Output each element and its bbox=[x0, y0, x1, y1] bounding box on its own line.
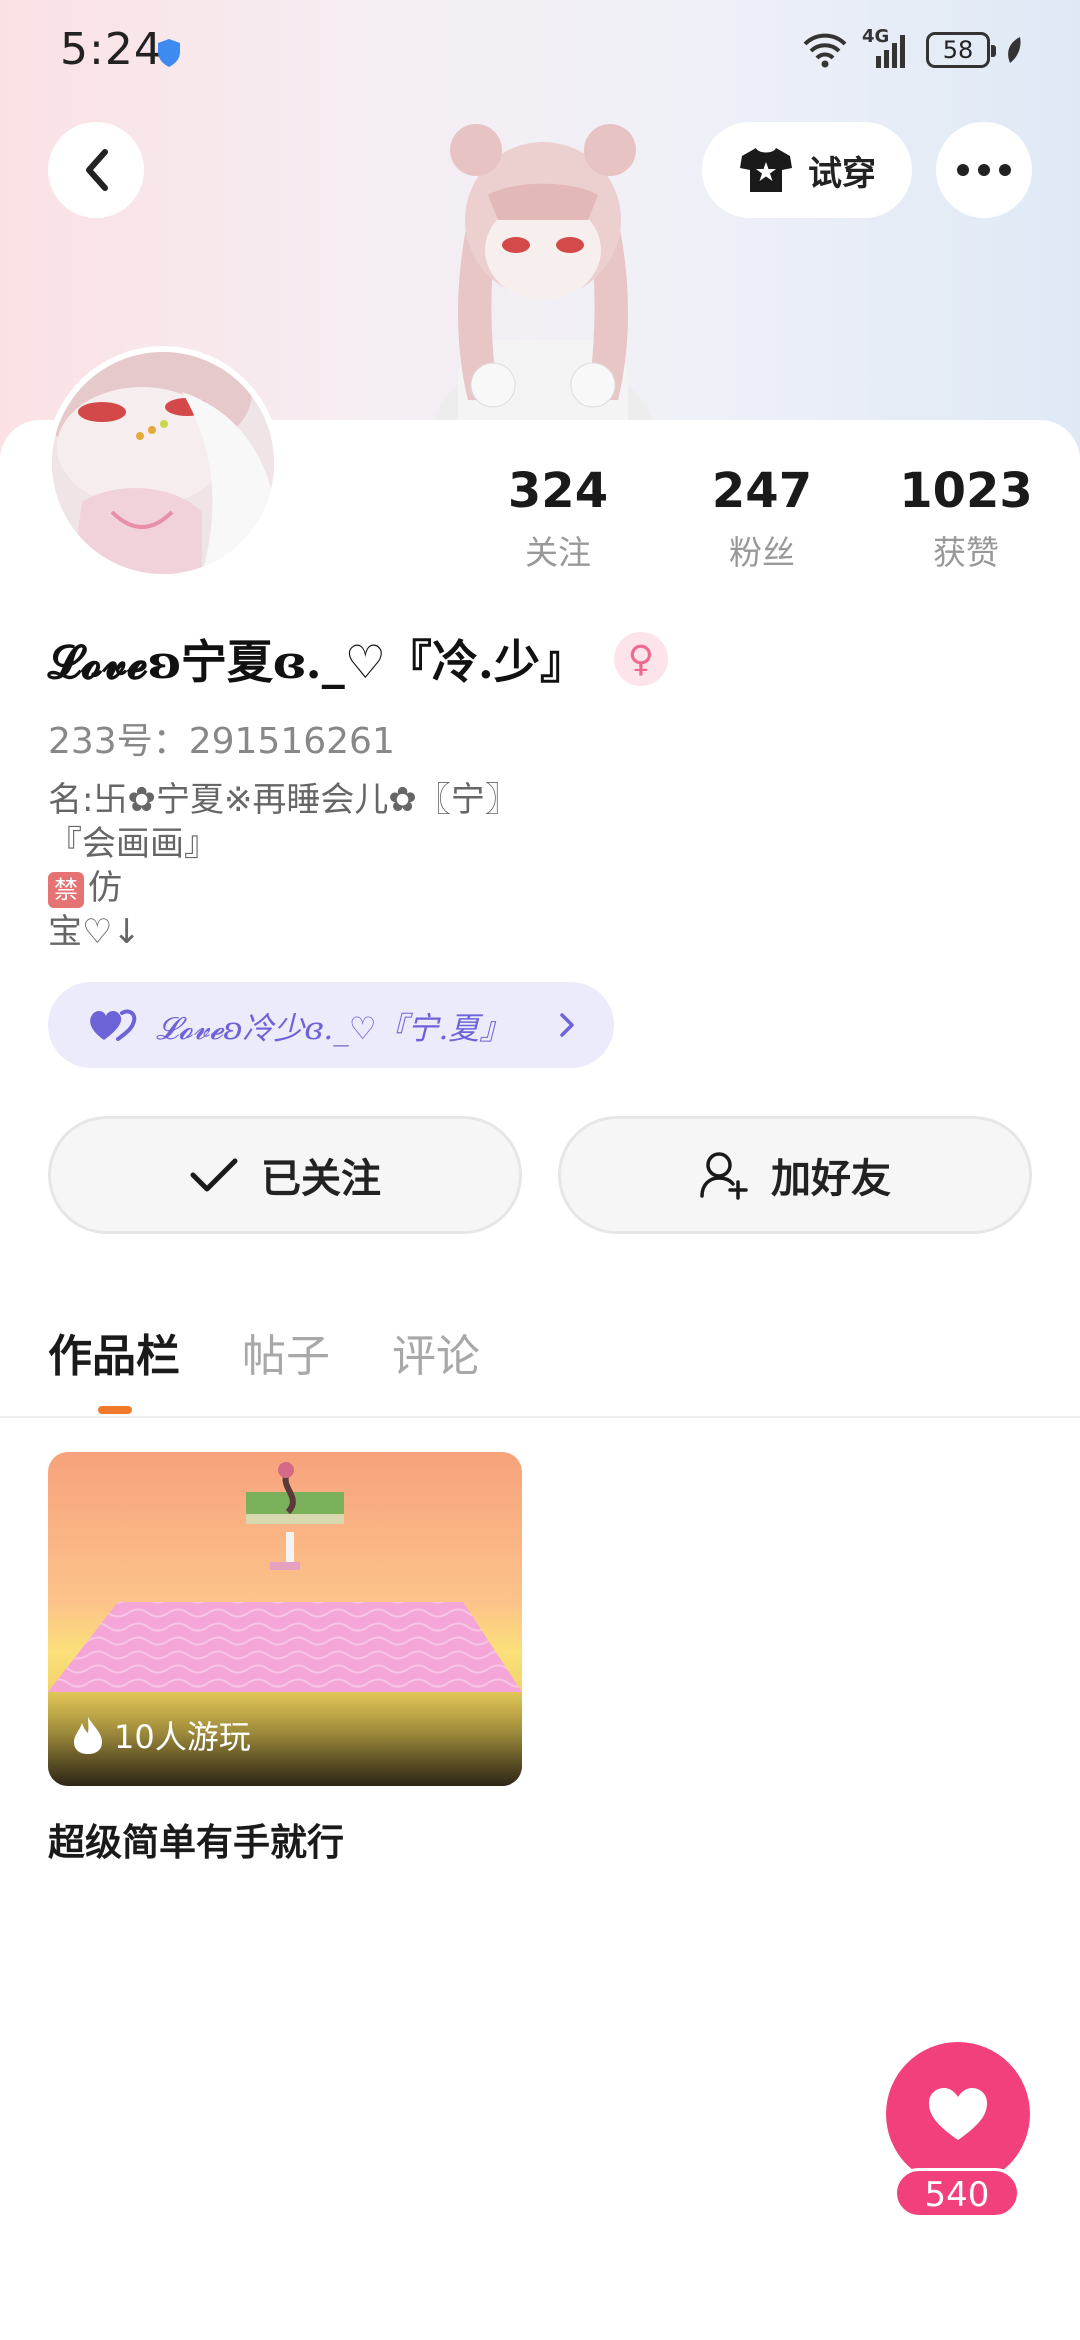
shield-icon bbox=[158, 39, 180, 67]
add-user-icon bbox=[700, 1152, 748, 1200]
tab-comments[interactable]: 评论 bbox=[392, 1320, 480, 1384]
bio-line: 禁仿 bbox=[48, 866, 519, 910]
status-time: 5:24 bbox=[60, 24, 163, 75]
wifi-icon bbox=[803, 33, 847, 68]
leaf-icon bbox=[1008, 37, 1021, 63]
stat-fans-count: 247 bbox=[711, 463, 813, 519]
tab-posts[interactable]: 帖子 bbox=[242, 1320, 330, 1384]
battery-indicator: 58 bbox=[926, 32, 996, 68]
stat-likes-label: 获赞 bbox=[933, 533, 999, 572]
tab-indicator bbox=[98, 1406, 132, 1414]
try-on-button[interactable]: 试穿 bbox=[702, 122, 912, 218]
add-friend-button[interactable]: 加好友 bbox=[558, 1116, 1032, 1234]
profile-tabs: 作品栏 帖子 评论 bbox=[48, 1320, 480, 1384]
avatar-character-figure bbox=[433, 124, 653, 470]
following-button[interactable]: 已关注 bbox=[48, 1116, 522, 1234]
battery-level: 58 bbox=[942, 36, 974, 64]
shirt-icon bbox=[740, 148, 792, 192]
like-count: 540 bbox=[894, 2168, 1020, 2218]
add-friend-label: 加好友 bbox=[771, 1156, 891, 1202]
chevron-left-icon bbox=[86, 149, 108, 191]
signal-icon: 4G bbox=[862, 26, 912, 70]
bio: 名:卐✿宁夏※再睡会儿✿〖宁〗 『会画画』 禁仿 宝♡↓ bbox=[48, 778, 519, 954]
status-bar: 5:24 4G 58 bbox=[0, 0, 1080, 100]
cp-relationship-link[interactable]: 𝓛𝓸𝓿𝓮ʚ冷少ɞ._♡『宁.夏』 bbox=[48, 982, 614, 1068]
stat-following-label: 关注 bbox=[525, 533, 591, 572]
tabs-divider bbox=[0, 1416, 1080, 1418]
bio-line: 名:卐✿宁夏※再睡会儿✿〖宁〗 bbox=[48, 780, 519, 820]
bio-line-text: 仿 bbox=[88, 868, 122, 908]
stat-following-count: 324 bbox=[507, 463, 609, 519]
try-on-label: 试穿 bbox=[808, 153, 876, 194]
nickname: 𝓛𝓸𝓿𝓮ʚ宁夏ɞ._♡『冷.少』 bbox=[48, 635, 586, 689]
gender-female-icon: ♀ bbox=[613, 632, 668, 686]
work-plays-count: 10人游玩 bbox=[114, 1718, 251, 1756]
user-id: 233号：291516261 bbox=[48, 721, 395, 762]
heart-icon bbox=[929, 2088, 987, 2140]
check-icon bbox=[190, 1158, 238, 1192]
flame-icon bbox=[74, 1717, 102, 1754]
stat-likes[interactable]: 1023 获赞 bbox=[866, 462, 1066, 574]
stat-fans-label: 粉丝 bbox=[729, 533, 795, 572]
stat-following[interactable]: 324 关注 bbox=[458, 462, 658, 574]
work-card[interactable]: 10人游玩 bbox=[48, 1452, 522, 1786]
like-button[interactable] bbox=[886, 2042, 1030, 2186]
stat-fans[interactable]: 247 粉丝 bbox=[662, 462, 862, 574]
double-heart-icon bbox=[90, 1009, 137, 1041]
chevron-right-icon bbox=[560, 1013, 574, 1037]
avatar[interactable] bbox=[46, 346, 280, 580]
more-dots-icon bbox=[957, 164, 1011, 176]
work-plays: 10人游玩 bbox=[72, 1712, 251, 1758]
ban-badge: 禁 bbox=[48, 871, 84, 908]
cp-link-text: 𝓛𝓸𝓿𝓮ʚ冷少ɞ._♡『宁.夏』 bbox=[156, 1010, 511, 1047]
following-label: 已关注 bbox=[261, 1156, 381, 1202]
tab-works[interactable]: 作品栏 bbox=[48, 1320, 180, 1384]
stat-likes-count: 1023 bbox=[899, 463, 1033, 519]
avatar-image bbox=[52, 352, 274, 574]
back-button[interactable] bbox=[48, 122, 144, 218]
more-button[interactable] bbox=[936, 122, 1032, 218]
bio-line: 宝♡↓ bbox=[48, 912, 141, 952]
bio-line: 『会画画』 bbox=[48, 824, 218, 864]
work-title[interactable]: 超级简单有手就行 bbox=[48, 1812, 344, 1866]
nickname-row: 𝓛𝓸𝓿𝓮ʚ宁夏ɞ._♡『冷.少』 ♀ bbox=[48, 626, 668, 692]
